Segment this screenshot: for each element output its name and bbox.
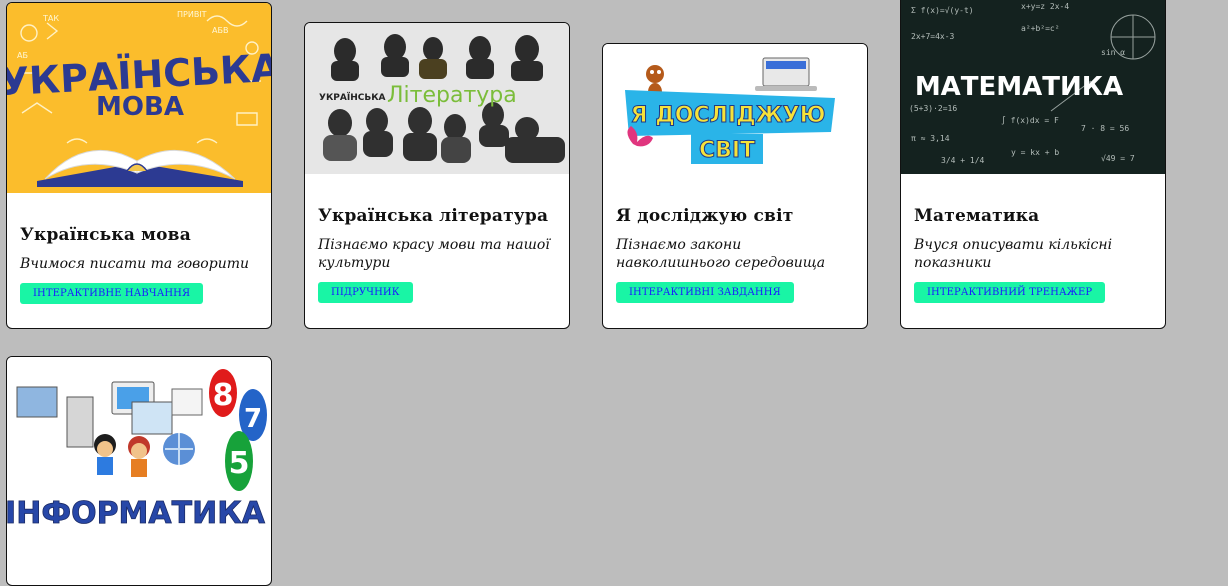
image-label-ukrainian: УКРАЇНСЬКА xyxy=(319,92,386,103)
course-card-ukrainian-language[interactable]: ТАК ПРИВІТ АБВ АБ УКРАЇНСЬКА МОВА Українсь… xyxy=(6,2,272,329)
svg-text:∫ f(x)dx = F: ∫ f(x)dx = F xyxy=(1001,116,1059,125)
image-label-literature: Література xyxy=(387,83,517,108)
svg-text:√49 = 7: √49 = 7 xyxy=(1101,154,1135,163)
course-card-mathematics[interactable]: Σ f(x)=√(y-t) x+y=z 2x-4 2x+7=4x-3 a²+b²=c… xyxy=(900,0,1166,329)
interactive-tasks-button[interactable]: ІНТЕРАКТИВНІ ЗАВДАННЯ xyxy=(616,282,794,303)
balloon-number-7: 7 xyxy=(244,404,262,434)
svg-text:ТАК: ТАК xyxy=(42,14,59,23)
svg-text:2x+7=4x-3: 2x+7=4x-3 xyxy=(911,32,955,41)
textbook-button[interactable]: ПІДРУЧНИК xyxy=(318,282,413,303)
course-card-ukrainian-literature[interactable]: УКРАЇНСЬКА Література Українська літерат… xyxy=(304,22,570,329)
card-subtitle: Пізнаємо красу мови та нашої культури xyxy=(318,237,550,271)
svg-text:ПРИВІТ: ПРИВІТ xyxy=(177,10,207,19)
svg-text:y = kx + b: y = kx + b xyxy=(1011,148,1059,157)
image-title-informatics: ІНФОРМАТИКА xyxy=(7,496,266,531)
course-card-informatics[interactable]: 8 7 5 ІНФОРМАТИКА xyxy=(6,356,272,586)
interactive-learning-button[interactable]: ІНТЕРАКТИВНЕ НАВЧАННЯ xyxy=(20,283,204,304)
svg-text:Σ f(x)=√(y-t): Σ f(x)=√(y-t) xyxy=(911,6,974,15)
explore-world-cover-image: Я ДОСЛІДЖУЮ СВІТ xyxy=(603,44,867,172)
informatics-cover-image: 8 7 5 ІНФОРМАТИКА xyxy=(7,357,271,547)
svg-text:3/4 + 1/4: 3/4 + 1/4 xyxy=(941,156,985,165)
svg-text:(5+3)·2=16: (5+3)·2=16 xyxy=(909,104,957,113)
svg-text:π ≈ 3,14: π ≈ 3,14 xyxy=(911,134,950,143)
card-title: Українська мова xyxy=(20,225,191,245)
card-subtitle: Вчимося писати та говорити xyxy=(20,256,249,272)
ukrainian-language-cover-image: ТАК ПРИВІТ АБВ АБ УКРАЇНСЬКА МОВА xyxy=(7,3,271,193)
image-title-explore: Я ДОСЛІДЖУЮ xyxy=(631,103,826,128)
svg-text:x+y=z 2x-4: x+y=z 2x-4 xyxy=(1021,2,1069,11)
svg-text:a²+b²=c²: a²+b²=c² xyxy=(1021,24,1060,33)
image-title-world: СВІТ xyxy=(699,138,755,163)
balloon-number-5: 5 xyxy=(229,446,250,481)
card-subtitle: Вчуся описувати кількісні показники xyxy=(914,237,1113,271)
image-title-math: МАТЕМАТИКА xyxy=(915,72,1123,102)
image-title-mova: МОВА xyxy=(96,92,184,122)
mathematics-cover-image: Σ f(x)=√(y-t) x+y=z 2x-4 2x+7=4x-3 a²+b²=c… xyxy=(901,0,1165,174)
card-title: Математика xyxy=(914,206,1040,226)
card-subtitle: Пізнаємо закони навколишнього середовища xyxy=(616,237,826,271)
card-title: Українська література xyxy=(318,206,549,226)
ukrainian-literature-cover-image: УКРАЇНСЬКА Література xyxy=(305,23,569,174)
svg-text:7 · 8 = 56: 7 · 8 = 56 xyxy=(1081,124,1129,133)
balloon-number-8: 8 xyxy=(213,378,234,413)
card-title: Я досліджую світ xyxy=(616,206,794,226)
interactive-trainer-button[interactable]: ІНТЕРАКТИВНИЙ ТРЕНАЖЕР xyxy=(914,282,1106,303)
svg-text:АБВ: АБВ xyxy=(212,26,228,35)
course-card-i-explore-world[interactable]: Я ДОСЛІДЖУЮ СВІТ Я досліджую світ Пізнає… xyxy=(602,43,868,329)
